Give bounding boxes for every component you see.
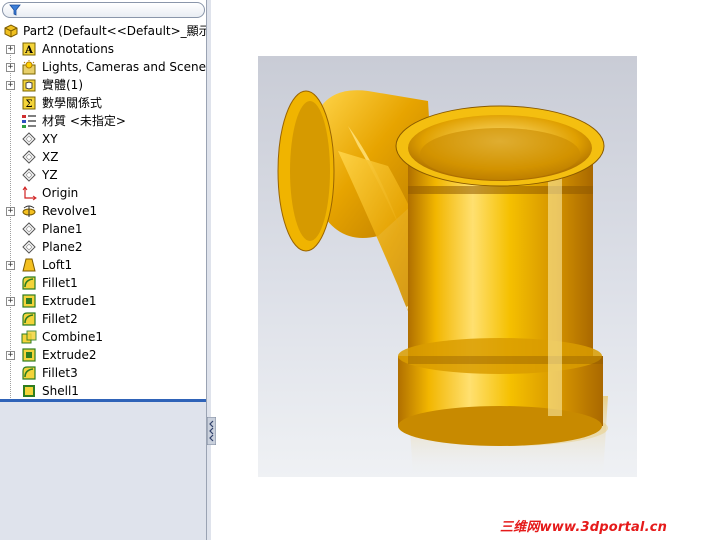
- tree-filter-bar[interactable]: [2, 2, 205, 18]
- svg-text:Σ: Σ: [25, 99, 32, 110]
- part-icon: [4, 24, 18, 38]
- feature-manager-panel: Part2 (Default<<Default>_顯示狀 + A Annotatio…: [0, 0, 207, 540]
- tree-item-label: 實體(1): [42, 78, 83, 92]
- tree-item-yz[interactable]: YZ: [0, 166, 206, 184]
- plane-icon: [22, 240, 36, 254]
- tree-root-label: Part2 (Default<<Default>_顯示狀: [23, 24, 207, 38]
- expand-icon[interactable]: +: [6, 63, 15, 72]
- tree-item-label: Annotations: [42, 42, 115, 56]
- funnel-icon[interactable]: [9, 4, 21, 16]
- fillet-icon: [22, 366, 36, 380]
- tree-item-label: XZ: [42, 150, 59, 164]
- tree-item-xy[interactable]: XY: [0, 130, 206, 148]
- tree-item-label: Fillet3: [42, 366, 78, 380]
- tree-item-label: Extrude2: [42, 348, 97, 362]
- top-opening: [395, 105, 605, 187]
- solid-bodies-icon: [22, 79, 36, 92]
- solidworks-window: Part2 (Default<<Default>_顯示狀 + A Annotatio…: [0, 0, 720, 540]
- tree-item-lights-cameras-and-scene[interactable]: + Lights, Cameras and Scene: [0, 58, 206, 76]
- material-icon: [22, 115, 36, 128]
- tree-item-item-4[interactable]: Σ 數學關係式: [0, 94, 206, 112]
- tree-item-combine1[interactable]: Combine1: [0, 328, 206, 346]
- tree-item-label: YZ: [42, 168, 58, 182]
- loft-icon: [22, 258, 36, 272]
- tree-item-label: Combine1: [42, 330, 103, 344]
- expand-icon[interactable]: +: [6, 351, 15, 360]
- expand-icon[interactable]: +: [6, 297, 15, 306]
- origin-icon: [22, 186, 37, 201]
- svg-text:A: A: [24, 45, 33, 56]
- tree-item-xz[interactable]: XZ: [0, 148, 206, 166]
- tree-item-label: Extrude1: [42, 294, 97, 308]
- tree-item-label: 材質 <未指定>: [42, 114, 126, 128]
- expand-icon[interactable]: +: [6, 261, 15, 270]
- tree-item-loft1[interactable]: + Loft1: [0, 256, 206, 274]
- tree-item-1[interactable]: + 實體(1): [0, 76, 206, 94]
- tree-item-annotations[interactable]: + A Annotations: [0, 40, 206, 58]
- fillet-icon: [22, 276, 36, 290]
- plane-icon: [22, 150, 36, 164]
- watermark-text: 三维网www.3dportal.cn: [500, 520, 668, 535]
- tree-item-label: Plane1: [42, 222, 83, 236]
- collapse-panel-icon[interactable]: [207, 417, 216, 445]
- tree-item-label: Origin: [42, 186, 79, 200]
- tree-item-origin[interactable]: Origin: [0, 184, 206, 202]
- tree-item-extrude1[interactable]: + Extrude1: [0, 292, 206, 310]
- shell-icon: [23, 385, 35, 397]
- tree-item-plane2[interactable]: Plane2: [0, 238, 206, 256]
- tree-item-label: Lights, Cameras and Scene: [42, 60, 206, 74]
- expand-icon[interactable]: +: [6, 81, 15, 90]
- plane-icon: [22, 132, 36, 146]
- plane-icon: [22, 222, 36, 236]
- annotations-icon: A: [22, 42, 36, 56]
- lights-icon: [22, 60, 36, 75]
- tree-item-fillet1[interactable]: Fillet1: [0, 274, 206, 292]
- revolve-icon: [22, 205, 36, 217]
- extrude-icon: [22, 348, 36, 362]
- fillet-icon: [22, 312, 36, 326]
- panel-empty-area: [0, 402, 206, 540]
- tree-item-shell1[interactable]: Shell1: [0, 382, 206, 400]
- combine-icon: [21, 330, 37, 344]
- tree-item-fillet3[interactable]: Fillet3: [0, 364, 206, 382]
- expand-icon[interactable]: +: [6, 207, 15, 216]
- tree-item-label: Plane2: [42, 240, 83, 254]
- tree-item-revolve1[interactable]: + Revolve1: [0, 202, 206, 220]
- plane-icon: [22, 168, 36, 182]
- tree-item-label: Shell1: [42, 384, 79, 398]
- tree-item-label: XY: [42, 132, 58, 146]
- equations-icon: Σ: [22, 96, 36, 110]
- tree-item-label: Fillet2: [42, 312, 78, 326]
- graphics-viewport[interactable]: [258, 56, 637, 477]
- tree-item-label: 數學關係式: [42, 96, 103, 110]
- extrude-icon: [22, 294, 36, 308]
- main-pipe-body: [398, 146, 603, 446]
- panel-splitter[interactable]: [207, 0, 211, 540]
- tree-item-label: Fillet1: [42, 276, 78, 290]
- tree-root-part[interactable]: Part2 (Default<<Default>_顯示狀: [0, 22, 207, 40]
- tree-item-plane1[interactable]: Plane1: [0, 220, 206, 238]
- expand-icon[interactable]: +: [6, 45, 15, 54]
- tree-item-label: Loft1: [42, 258, 73, 272]
- tree-item-item-5[interactable]: 材質 <未指定>: [0, 112, 206, 130]
- tree-item-label: Revolve1: [42, 204, 98, 218]
- tree-item-extrude2[interactable]: + Extrude2: [0, 346, 206, 364]
- tree-item-fillet2[interactable]: Fillet2: [0, 310, 206, 328]
